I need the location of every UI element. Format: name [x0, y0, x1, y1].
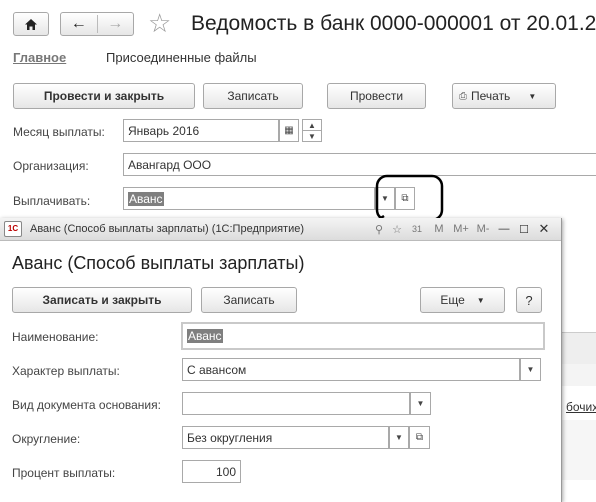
rounding-select[interactable]: Без округления [182, 426, 389, 449]
favorite-icon[interactable]: ☆ [388, 223, 406, 236]
memory-button[interactable]: M [428, 223, 450, 235]
nature-select[interactable]: С авансом [182, 358, 520, 381]
calendar-small-icon[interactable]: 31 [406, 224, 428, 234]
background-table-row [561, 364, 596, 386]
close-icon[interactable]: ✕ [534, 221, 554, 237]
save-and-close-button[interactable]: Записать и закрыть [12, 287, 192, 313]
rounding-open-button[interactable]: ⧉ [409, 426, 430, 449]
name-label: Наименование: [12, 330, 99, 344]
background-table-row [561, 420, 596, 480]
background-partial-text: бочих [566, 400, 596, 414]
percent-input[interactable]: 100 [182, 460, 241, 483]
link-icon[interactable]: ⚲ [370, 223, 388, 236]
nature-label: Характер выплаты: [12, 364, 120, 378]
dialog-window-title: Аванс (Способ выплаты зарплаты) (1С:Пред… [30, 223, 305, 235]
app-1c-icon: 1С [4, 221, 22, 237]
more-button[interactable]: Еще ▼ [420, 287, 505, 313]
chevron-down-icon: ▼ [476, 295, 485, 305]
basis-doc-select[interactable] [182, 392, 410, 415]
percent-label: Процент выплаты: [12, 466, 116, 480]
basis-doc-dropdown-button[interactable]: ▼ [410, 392, 431, 415]
nature-dropdown-button[interactable]: ▼ [520, 358, 541, 381]
memory-minus-button[interactable]: M- [472, 223, 494, 235]
more-label: Еще [440, 293, 465, 307]
background-table-header [561, 332, 596, 365]
basis-doc-label: Вид документа основания: [12, 398, 161, 412]
rounding-label: Округление: [12, 432, 81, 446]
help-button[interactable]: ? [516, 287, 542, 313]
dialog-heading: Аванс (Способ выплаты зарплаты) [12, 253, 305, 273]
name-input[interactable]: Аванс [181, 322, 545, 350]
rounding-dropdown-button[interactable]: ▼ [389, 426, 409, 449]
memory-plus-button[interactable]: M+ [450, 223, 472, 235]
dialog-title-toolbar: ⚲ ☆ 31 M M+ M- — ☐ ✕ [370, 219, 554, 239]
maximize-icon[interactable]: ☐ [514, 223, 534, 236]
minimize-icon[interactable]: — [494, 223, 514, 235]
dialog-save-button[interactable]: Записать [201, 287, 297, 313]
